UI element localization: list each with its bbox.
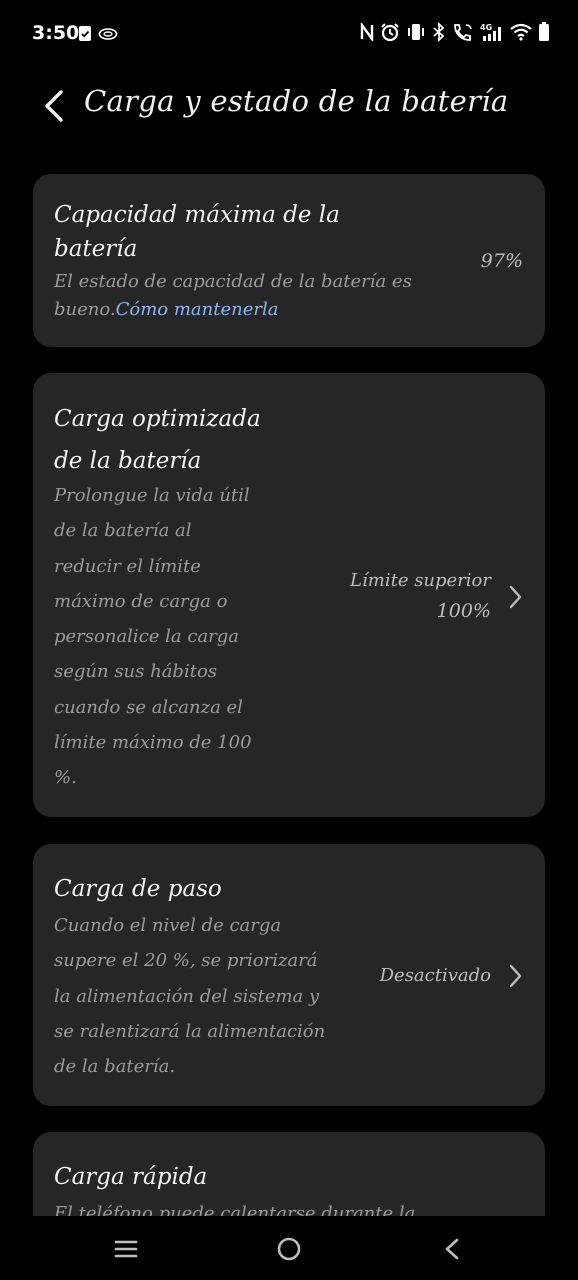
optimized-description: Prolongue la vida útil de la batería al … [54,478,252,796]
capacity-title-line2: batería [54,236,138,262]
battery-icon [538,22,550,42]
optimized-desc-line: reducir el límite [54,555,201,577]
optimized-desc-line: de la batería al [54,520,192,542]
bluetooth-icon [432,22,446,42]
alarm-icon [380,22,400,42]
optimized-charging-card[interactable]: Carga optimizada de la batería Prolongue… [33,373,545,817]
bypass-title: Carga de paso [54,876,222,902]
signal-4g-icon: 4G [480,22,504,42]
recent-apps-button[interactable] [106,1232,146,1266]
bypass-status-value: Desactivado [379,965,491,986]
page-title: Carga y estado de la batería [84,84,509,118]
upper-limit-label: Límite superior [350,570,491,591]
capacity-desc-text: bueno. [54,299,116,320]
clipboard-check-icon [78,24,92,42]
status-left-icons [78,24,118,42]
how-to-maintain-link[interactable]: Cómo mantenerla [116,299,279,320]
optimized-desc-line: Prolongue la vida útil [54,485,250,506]
optimized-desc-line: %. [54,767,77,789]
upper-limit-percent: 100% [436,600,491,622]
upper-limit-value: Límite superior 100% [350,565,491,627]
status-time: 3:50 [32,22,80,44]
optimized-desc-line: máximo de carga o [54,590,228,612]
bypass-description: Cuando el nivel de carga supere el 20 %,… [54,908,325,1084]
capacity-value: 97% [480,250,523,272]
bypass-desc-line: se ralentizará la alimentación [54,1020,326,1042]
wifi-calling-icon [452,22,474,42]
back-button[interactable] [36,84,72,128]
optimized-desc-line: cuando se alcanza el [54,696,243,718]
cloud-icon [98,26,118,40]
battery-capacity-card[interactable]: Capacidad máxima de la batería El estado… [33,174,545,347]
capacity-desc-line2: bueno.Cómo mantenerla [54,296,412,324]
bypass-charging-card[interactable]: Carga de paso Cuando el nivel de carga s… [33,844,545,1106]
back-triangle-icon [445,1238,459,1260]
bypass-desc-line: supere el 20 %, se priorizará [54,950,318,972]
vibrate-icon [406,22,426,42]
nfc-icon [360,23,374,41]
bypass-desc-line: Cuando el nivel de carga [54,915,282,936]
chevron-right-icon [509,964,522,988]
status-right-icons: 4G [360,22,550,42]
chevron-right-icon [509,585,522,609]
header: Carga y estado de la batería [0,78,578,134]
menu-icon [114,1240,138,1258]
optimized-desc-line: personalice la carga [54,626,240,648]
capacity-description: El estado de capacidad de la batería es … [54,268,412,324]
optimized-title-line2: de la batería [54,448,202,474]
home-circle-icon [277,1237,301,1261]
home-button[interactable] [269,1232,309,1266]
back-arrow-icon [45,90,63,122]
navigation-bar [0,1216,578,1280]
fast-title: Carga rápida [54,1164,208,1190]
optimized-desc-line: límite máximo de 100 [54,732,252,754]
status-bar: 3:50 4G [0,0,578,70]
capacity-title-line1: Capacidad máxima de la [54,202,340,228]
svg-text:4G: 4G [480,23,492,32]
back-nav-button[interactable] [432,1232,472,1266]
optimized-title-line1: Carga optimizada [54,406,261,432]
bypass-desc-line: de la batería. [54,1056,176,1078]
bypass-desc-line: la alimentación del sistema y [54,985,320,1007]
optimized-desc-line: según sus hábitos [54,661,218,683]
capacity-desc-line1: El estado de capacidad de la batería es [54,271,412,292]
wifi-icon [510,23,532,41]
